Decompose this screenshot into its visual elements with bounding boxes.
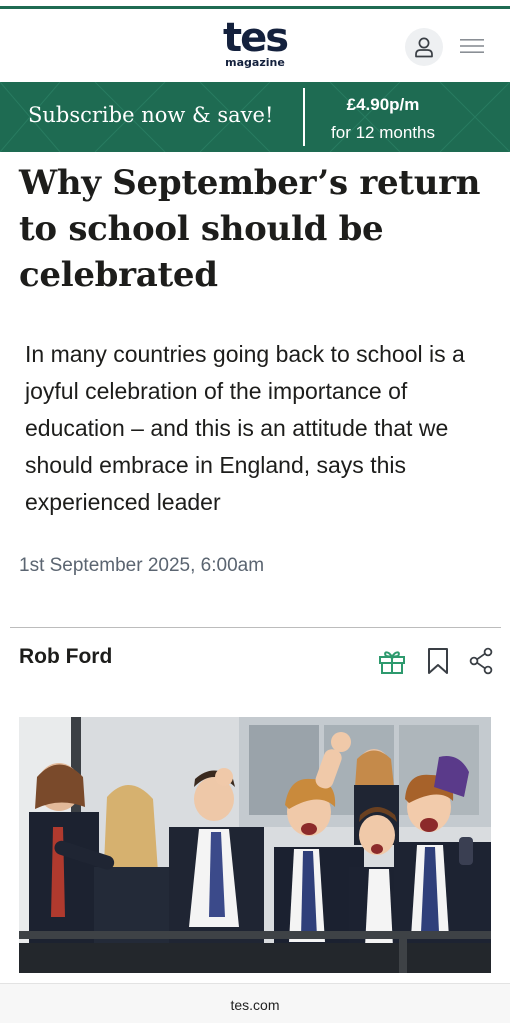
share-button[interactable] bbox=[468, 647, 494, 675]
browser-footer: tes.com bbox=[0, 983, 510, 1023]
logo-sub: magazine bbox=[225, 56, 285, 69]
subscribe-banner[interactable]: Subscribe now & save! £4.90p/m for 12 mo… bbox=[0, 82, 510, 152]
subscribe-term: for 12 months bbox=[331, 123, 435, 142]
user-icon bbox=[415, 37, 433, 58]
account-button[interactable] bbox=[405, 28, 443, 66]
byline-divider bbox=[10, 627, 501, 628]
author-name[interactable]: Rob Ford bbox=[19, 645, 112, 669]
menu-button[interactable] bbox=[458, 35, 486, 57]
article-date: 1st September 2025, 6:00am bbox=[19, 555, 265, 576]
subscribe-divider bbox=[303, 88, 305, 146]
tes-logo[interactable]: tes magazine bbox=[222, 15, 289, 77]
masthead: tes magazine bbox=[0, 9, 510, 82]
article-headline: Why September’s return to school should … bbox=[19, 163, 481, 295]
site-url[interactable]: tes.com bbox=[0, 997, 510, 1013]
bookmark-icon bbox=[428, 648, 448, 674]
gift-article-button[interactable] bbox=[377, 646, 407, 676]
logo-word: tes bbox=[222, 15, 289, 61]
share-icon bbox=[469, 647, 493, 675]
subscribe-cta: Subscribe now & save! bbox=[28, 103, 274, 127]
subscribe-price: £4.90p/m bbox=[346, 95, 420, 114]
hero-photo-illustration bbox=[19, 717, 491, 973]
article-standfirst: In many countries going back to school i… bbox=[25, 341, 465, 515]
hamburger-menu-icon bbox=[460, 39, 484, 53]
gift-icon bbox=[379, 651, 405, 674]
bookmark-button[interactable] bbox=[426, 647, 450, 675]
hero-image bbox=[19, 717, 491, 973]
